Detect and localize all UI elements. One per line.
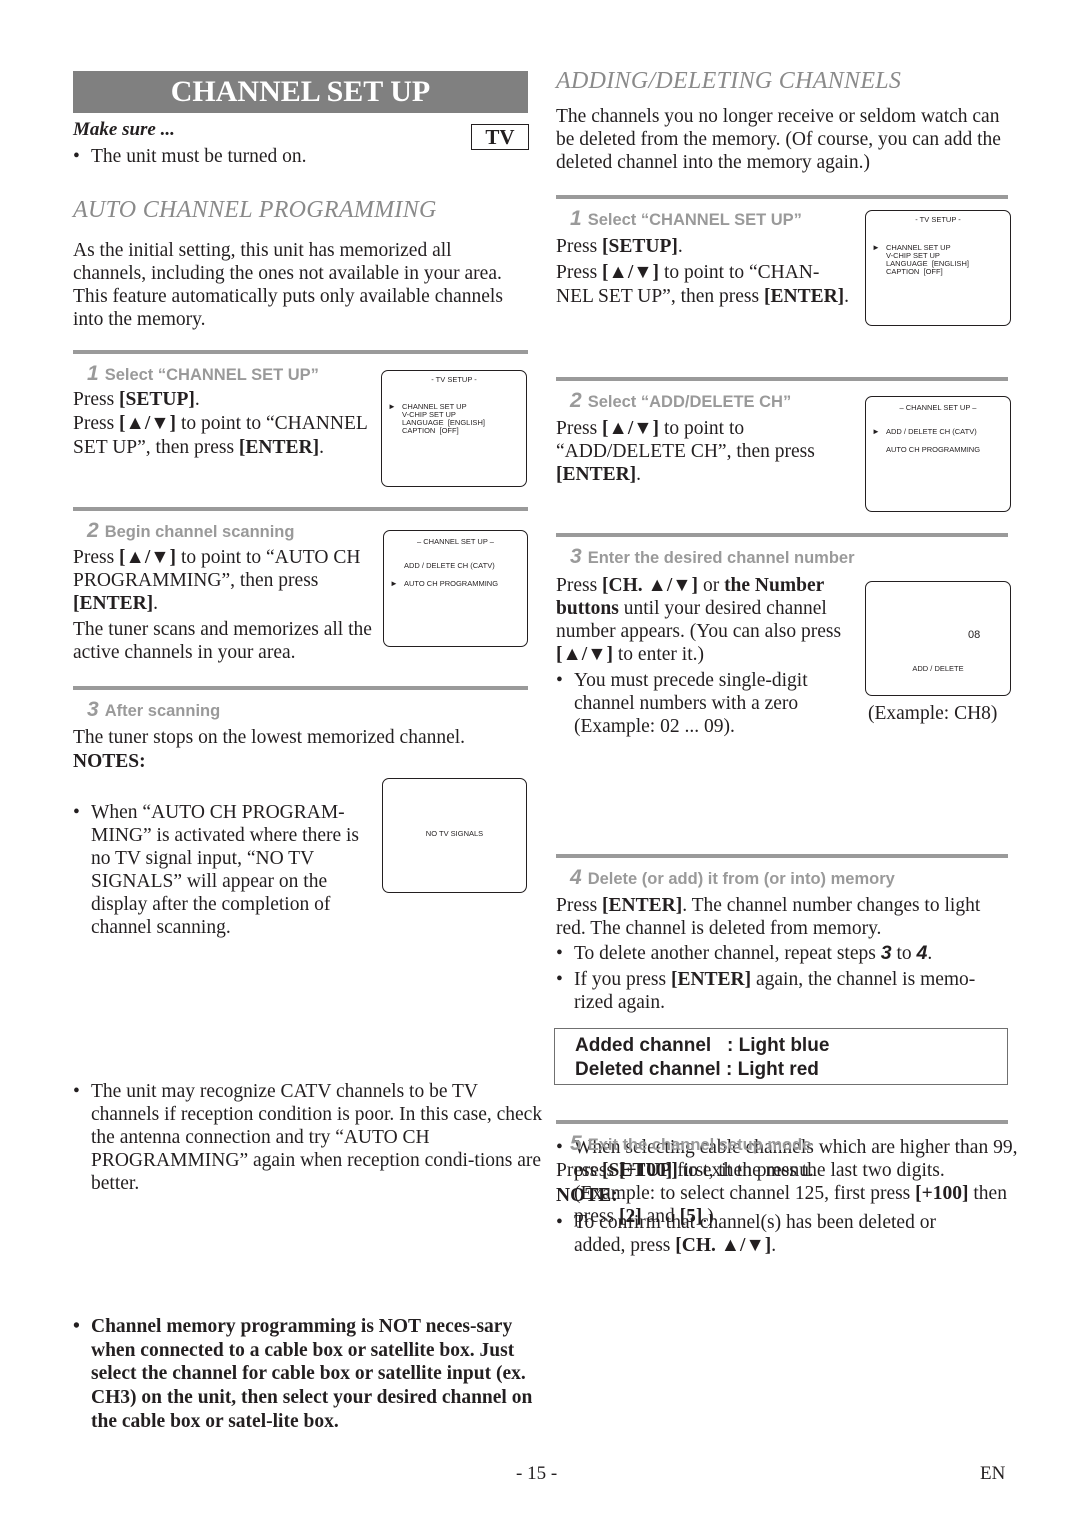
divider [556, 377, 1008, 381]
make-sure-label: Make sure ... [73, 119, 175, 140]
auto-step-2-heading: 2 Begin channel scanning [73, 519, 294, 543]
osd-item: AUTO CH PROGRAMMING [404, 579, 499, 588]
note-1: When “AUTO CH PROGRAM-MING” is activated… [73, 801, 383, 939]
divider [73, 507, 528, 511]
osd-item: ADD / DELETE CH (CATV) [886, 427, 977, 436]
osd-channel-setup-screen: – CHANNEL SET UP – ADD / DELETE CH (CATV… [383, 530, 528, 647]
adding-step-1-heading: 1 Select “CHANNEL SET UP” [556, 207, 802, 231]
step-title: Exit the channel setup mode [587, 1136, 812, 1154]
selection-arrow-icon: ► [872, 427, 880, 436]
step-number: 3 [570, 545, 582, 568]
adding-step-5-body: Press [SETUP] to exit the menu. NOTE: To… [556, 1159, 1008, 1257]
page-title: CHANNEL SET UP [73, 71, 528, 113]
adding-step-4-body: Press [ENTER]. The channel number change… [556, 894, 1008, 1014]
step-4-bullet-2: If you press [ENTER] again, the channel … [556, 968, 1008, 1014]
osd-title: - TV SETUP - [431, 375, 477, 384]
auto-step-2-after: The tuner scans and memorizes all the ac… [73, 619, 372, 663]
divider [556, 533, 1008, 537]
adding-step-2-body: Press [▲/▼] to point to “ADD/DELETE CH”,… [556, 418, 815, 485]
osd-item: CAPTION [OFF] [402, 426, 459, 435]
step-number: 1 [570, 207, 582, 230]
example-caption: (Example: CH8) [868, 703, 998, 724]
divider [73, 686, 528, 690]
tv-badge: TV [471, 124, 529, 150]
step-3-bullet-1: You must precede single-digit channel nu… [556, 669, 844, 738]
divider [556, 195, 1008, 199]
divider [556, 854, 1008, 858]
page-number: - 15 - [516, 1463, 558, 1484]
step-title: Select “ADD/DELETE CH” [587, 393, 792, 411]
auto-step-1-body: Press [SETUP]. Press [▲/▼] to point to “… [73, 389, 368, 458]
divider [556, 1120, 1008, 1124]
step-number: 5 [570, 1132, 582, 1155]
notes-label: NOTES: [73, 751, 146, 772]
osd-title: – CHANNEL SET UP – [417, 537, 494, 546]
osd-tv-setup-screen: - TV SETUP - ► CHANNEL SET UP V-CHIP SET… [865, 210, 1011, 326]
adding-intro: The channels you no longer receive or se… [556, 106, 1001, 173]
step-number: 2 [87, 519, 99, 542]
step-5-note: To confirm that channel(s) has been dele… [556, 1211, 984, 1257]
osd-item: AUTO CH PROGRAMMING [886, 445, 981, 454]
legend-added: Added channel : Light blue [575, 1035, 830, 1056]
auto-step-2-body: Press [▲/▼] to point to “AUTO CH PROGRAM… [73, 546, 381, 664]
legend-deleted: Deleted channel : Light red [575, 1059, 819, 1080]
selection-arrow-icon: ► [872, 243, 880, 252]
osd-add-delete-label: ADD / DELETE [912, 664, 964, 673]
step-number: 3 [87, 698, 99, 721]
note-2: The unit may recognize CATV channels to … [73, 1080, 546, 1195]
osd-message: NO TV SIGNALS [425, 829, 484, 838]
osd-channel-setup-screen: – CHANNEL SET UP – ► ADD / DELETE CH (CA… [865, 396, 1011, 512]
note-3: Channel memory programming is NOT neces-… [73, 1315, 546, 1434]
note-label: NOTE: [556, 1185, 618, 1206]
step-title: Enter the desired channel number [587, 549, 855, 567]
step-title: Delete (or add) it from (or into) memory [587, 870, 895, 888]
osd-item: ADD / DELETE CH (CATV) [404, 561, 495, 570]
osd-no-signal-screen: NO TV SIGNALS [382, 778, 527, 893]
osd-item: CAPTION [OFF] [886, 267, 943, 276]
osd-tv-setup-screen: - TV SETUP - ► CHANNEL SET UP V-CHIP SET… [381, 370, 527, 487]
auto-step-3-text: The tuner stops on the lowest memorized … [73, 727, 466, 748]
adding-step-3-heading: 3 Enter the desired channel number [556, 545, 855, 569]
step-number: 4 [570, 866, 582, 889]
make-sure-item: The unit must be turned on. [73, 145, 471, 168]
osd-title: – CHANNEL SET UP – [899, 403, 977, 412]
auto-step-1-heading: 1 Select “CHANNEL SET UP” [73, 362, 319, 386]
step-number: 1 [87, 362, 99, 385]
adding-step-5-heading: 5 Exit the channel setup mode [556, 1132, 811, 1156]
step-title: Select “CHANNEL SET UP” [587, 211, 802, 229]
osd-channel-number: 08 [968, 629, 981, 641]
adding-step-3-body: Press [CH. ▲/▼] or the Number buttons un… [556, 574, 852, 738]
auto-step-3-heading: 3 After scanning [73, 698, 220, 722]
selection-arrow-icon: ► [390, 579, 398, 588]
step-title: Begin channel scanning [104, 523, 295, 541]
osd-title: - TV SETUP - [915, 215, 961, 224]
auto-section-title: AUTO CHANNEL PROGRAMMING [73, 197, 437, 223]
auto-intro: As the initial setting, this unit has me… [73, 240, 503, 330]
adding-section-title: ADDING/DELETING CHANNELS [556, 68, 902, 94]
divider [73, 350, 528, 354]
step-title: Select “CHANNEL SET UP” [104, 366, 319, 384]
adding-step-2-heading: 2 Select “ADD/DELETE CH” [556, 389, 791, 413]
osd-channel-number-screen: 08 ADD / DELETE [865, 581, 1011, 696]
adding-step-4-heading: 4 Delete (or add) it from (or into) memor… [556, 866, 895, 890]
step-number: 2 [570, 389, 582, 412]
color-legend-box: Added channel : Light blue Deleted channe… [554, 1028, 1008, 1085]
selection-arrow-icon: ► [388, 402, 396, 411]
language-code: EN [980, 1463, 1006, 1484]
adding-step-1-body: Press [SETUP]. Press [▲/▼] to point to “… [556, 236, 850, 307]
step-title: After scanning [104, 702, 221, 720]
step-4-bullet-1: To delete another channel, repeat steps … [556, 942, 1008, 965]
